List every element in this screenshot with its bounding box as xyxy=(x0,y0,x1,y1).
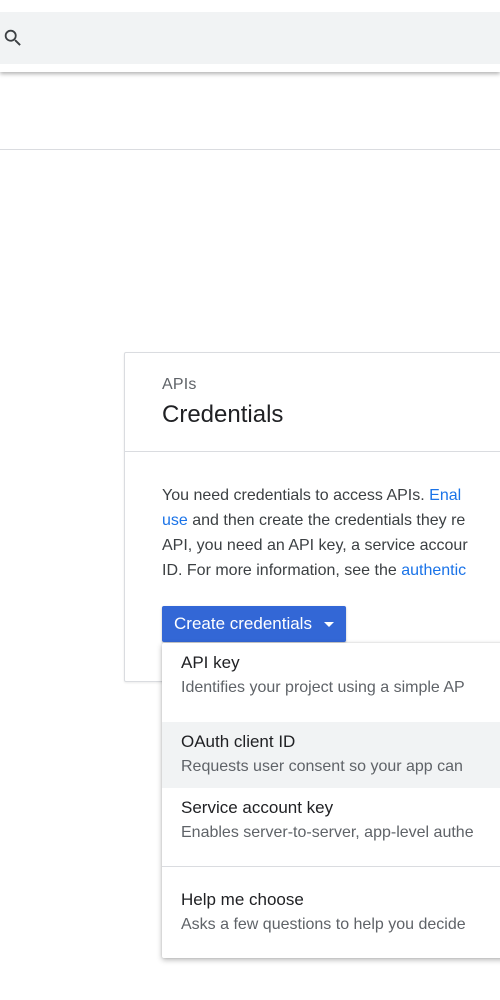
menu-divider xyxy=(162,866,500,867)
menu-item-title: API key xyxy=(181,653,240,672)
enable-apis-link-continued[interactable]: use xyxy=(162,512,188,529)
card-header: APIs Credentials xyxy=(125,353,500,452)
menu-item-title: Help me choose xyxy=(181,890,304,909)
menu-item-help-me-choose[interactable]: Help me choose Asks a few questions to h… xyxy=(162,880,500,946)
create-credentials-menu: API key Identifies your project using a … xyxy=(162,643,500,958)
caret-down-icon xyxy=(323,621,334,627)
authentication-link[interactable]: authentic xyxy=(401,562,466,579)
menu-item-service-account-key[interactable]: Service account key Enables server-to-se… xyxy=(162,788,500,854)
create-credentials-label: Create credentials xyxy=(174,614,312,633)
menu-item-description: Asks a few questions to help you decide xyxy=(181,916,466,933)
menu-item-api-key[interactable]: API key Identifies your project using a … xyxy=(162,643,500,709)
menu-item-description: Requests user consent so your app can xyxy=(181,758,463,775)
menu-item-title: OAuth client ID xyxy=(181,732,296,751)
create-credentials-button[interactable]: Create credentials xyxy=(162,606,346,642)
description-line-4: ID. For more information, see the authen… xyxy=(162,562,467,579)
menu-item-oauth-client-id[interactable]: OAuth client ID Requests user consent so… xyxy=(162,722,500,788)
card-eyebrow: APIs xyxy=(162,376,197,393)
description-line-1: You need credentials to access APIs. Ena… xyxy=(162,487,462,504)
description-line-3: API, you need an API key, a service acco… xyxy=(162,537,468,554)
menu-item-description: Identifies your project using a simple A… xyxy=(181,679,465,696)
menu-item-title: Service account key xyxy=(181,798,334,817)
search-icon[interactable] xyxy=(2,27,24,49)
page-title: Credentials xyxy=(162,401,284,428)
credentials-card: APIs Credentials You need credentials to… xyxy=(124,352,500,682)
search-input[interactable] xyxy=(34,12,498,66)
enable-apis-link[interactable]: Enal xyxy=(429,487,461,504)
description-line-2: use and then create the credentials they… xyxy=(162,512,466,529)
header-divider xyxy=(0,149,500,150)
search-bar xyxy=(0,0,500,72)
card-description: You need credentials to access APIs. Ena… xyxy=(162,483,500,583)
menu-item-description: Enables server-to-server, app-level auth… xyxy=(181,824,474,841)
